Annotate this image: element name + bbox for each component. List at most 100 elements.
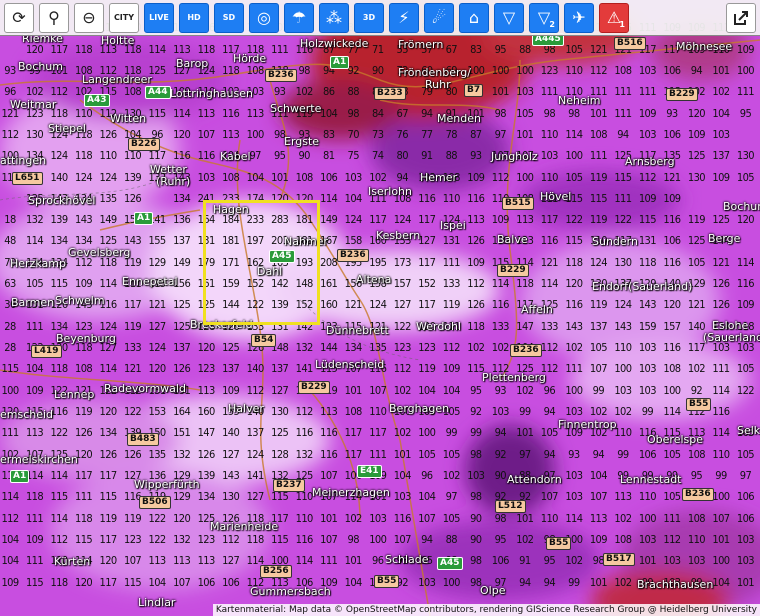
warning-button[interactable]: ⚠ 1 (599, 2, 629, 33)
grid-value: 83 (470, 42, 482, 56)
tornado2-button[interactable]: ▽ 2 (529, 2, 559, 33)
grid-value: 103 (565, 490, 583, 504)
grid-value: 112 (295, 404, 314, 418)
selection-box[interactable] (203, 200, 320, 325)
grid-value: 104 (589, 468, 608, 482)
tornado-button[interactable]: ▽ (494, 2, 524, 33)
grid-value: 117 (540, 213, 559, 227)
grid-value: 112 (50, 532, 68, 546)
grid-value: 149 (320, 213, 338, 227)
grid-value: 123 (124, 532, 142, 546)
grid-value: 161 (320, 277, 338, 291)
road-badge: L651 (12, 172, 43, 185)
live-button[interactable]: LIVE (144, 2, 174, 33)
grid-value: 88 (445, 149, 458, 163)
grid-value: 107 (712, 511, 730, 525)
grid-value: 28 (4, 319, 16, 333)
grid-value: 134 (197, 490, 216, 504)
grid-value: 125 (271, 426, 289, 440)
storm-button[interactable]: ✈ (564, 2, 594, 33)
grid-value: 105 (663, 447, 681, 461)
grid-value: 133 (491, 319, 510, 333)
grid-value: 118 (467, 319, 485, 333)
grid-value: 103 (540, 149, 559, 163)
grid-value: 122 (148, 532, 167, 546)
grid-value: 113 (467, 213, 485, 227)
grid-value: 121 (589, 42, 608, 56)
grid-value: 121 (663, 170, 681, 184)
grid-value: 125 (222, 341, 240, 355)
attribution[interactable]: Kartenmaterial: Map data © OpenStreetMap… (212, 604, 760, 616)
grid-value: 126 (197, 447, 216, 461)
grid-value: 109 (589, 532, 608, 546)
grid-value: 111 (271, 42, 289, 56)
grid-value: 99 (519, 404, 531, 418)
grid-value: 102 (516, 383, 534, 397)
hail-button[interactable]: ⁂ (319, 2, 349, 33)
city-labels-button[interactable]: CITY (109, 2, 139, 33)
grid-value: 108 (246, 63, 265, 77)
grid-value: 111 (614, 85, 632, 99)
grid-value: 125 (687, 234, 706, 248)
grid-value: 88 (445, 532, 458, 546)
grid-value: 106 (638, 447, 657, 461)
tornado-icon: ▽ (537, 8, 551, 27)
radar-button[interactable]: ◎ (249, 2, 279, 33)
grid-value: 135 (369, 341, 387, 355)
grid-value: 127 (271, 383, 289, 397)
hd-button[interactable]: HD (179, 2, 209, 33)
grid-value: 120 (565, 277, 583, 291)
grid-value: 102 (565, 341, 583, 355)
place-label: Lottringhausen (170, 87, 253, 100)
grid-value: 100 (565, 383, 583, 397)
grid-value: 110 (99, 149, 118, 163)
satellite-button[interactable]: ☄ (424, 2, 454, 33)
grid-value: 105 (687, 255, 706, 269)
grid-value: 114 (25, 234, 44, 248)
grid-value: 107 (540, 490, 559, 504)
precipitation-map[interactable]: 1101201181091361231441029791828784929410… (0, 0, 760, 616)
grid-value: 102 (369, 170, 387, 184)
grid-value: 117 (344, 447, 363, 461)
grid-value: 119 (99, 511, 118, 525)
grid-value: 124 (99, 170, 118, 184)
refresh-button[interactable]: ⟳ (4, 2, 34, 33)
place-label: Ergste (284, 135, 320, 148)
grid-value: 108 (687, 511, 706, 525)
grid-value: 118 (246, 532, 265, 546)
grid-value: 102 (614, 511, 632, 525)
place-label: Arnsberg (625, 155, 675, 168)
grid-value: 126 (124, 447, 142, 461)
zoom-out-button[interactable]: ⊖ (74, 2, 104, 33)
grid-value: 100 (418, 426, 436, 440)
sd-button[interactable]: SD (214, 2, 244, 33)
grid-value: 121 (344, 298, 363, 312)
grid-value: 99 (641, 404, 654, 418)
grid-value: 111 (25, 554, 44, 568)
grid-value: 126 (99, 447, 118, 461)
place-label: Barop (176, 57, 209, 70)
locate-button[interactable]: ⚲ (39, 2, 69, 33)
share-button[interactable] (726, 3, 756, 33)
grid-value: 112 (222, 532, 240, 546)
grid-value: 99 (568, 575, 580, 589)
grid-value: 160 (197, 404, 216, 418)
precip-button[interactable]: ☂ (284, 2, 314, 33)
grid-value: 107 (393, 532, 412, 546)
home-button[interactable]: ⌂ (459, 2, 489, 33)
lightning-button[interactable]: ⚡ (389, 2, 419, 33)
grid-value: 132 (173, 532, 191, 546)
grid-value: 81 (323, 149, 335, 163)
grid-value: 152 (418, 277, 436, 291)
grid-value: 110 (638, 490, 657, 504)
grid-value: 134 (50, 319, 68, 333)
place-label: Selk (737, 424, 760, 437)
grid-value: 127 (222, 447, 240, 461)
grid-value: 102 (295, 85, 314, 99)
lightning-icon: ⚡ (398, 8, 410, 27)
grid-value: 80 (396, 149, 409, 163)
button-badge: 1 (619, 19, 625, 29)
grid-value: 110 (295, 511, 314, 525)
grid-value: 137 (271, 362, 289, 376)
3d-button[interactable]: 3D (354, 2, 384, 33)
